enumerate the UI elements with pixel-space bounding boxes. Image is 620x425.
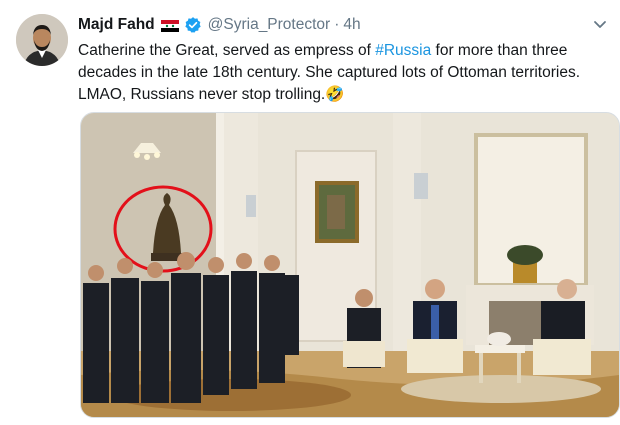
syria-flag-icon — [160, 19, 179, 32]
avatar[interactable] — [16, 14, 68, 66]
tweet-timestamp[interactable]: 4h — [343, 16, 360, 34]
tweet-text: Catherine the Great, served as empress o… — [78, 40, 608, 106]
hashtag-link[interactable]: #Russia — [375, 42, 431, 59]
laughing-emoji: 🤣 — [325, 86, 345, 103]
tweet: Majd Fahd @Syria_Protector · 4h Catherin… — [0, 0, 620, 425]
tweet-text-part: Catherine the Great, served as empress o… — [78, 42, 376, 59]
chevron-down-icon[interactable] — [592, 16, 608, 32]
tweet-header: Majd Fahd @Syria_Protector · 4h — [78, 14, 608, 36]
author-name[interactable]: Majd Fahd — [78, 16, 155, 34]
separator-dot: · — [334, 16, 340, 33]
tweet-photo[interactable] — [80, 112, 620, 418]
verified-badge-icon — [184, 16, 202, 34]
author-handle[interactable]: @Syria_Protector — [208, 16, 331, 34]
